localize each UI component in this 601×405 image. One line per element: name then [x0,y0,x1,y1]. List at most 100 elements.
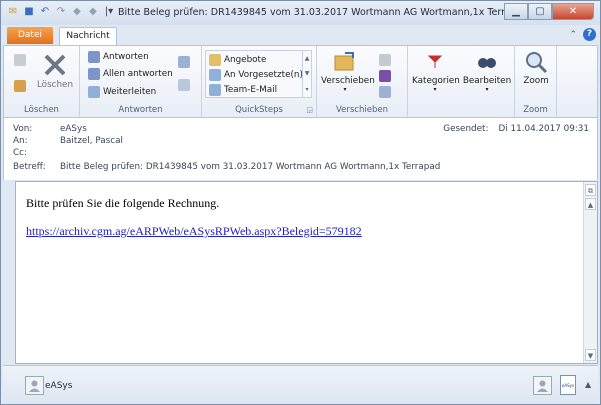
scroll-down-icon[interactable]: ▼ [305,70,310,77]
group-label-verschieben: Verschieben [336,105,388,115]
close-button[interactable]: ✕ [552,3,594,20]
contact-avatar[interactable] [533,376,552,395]
easys-badge[interactable]: eASys [560,375,576,395]
move-label: Verschieben [321,76,375,86]
categories-flag-icon [427,55,443,68]
quicksteps-scroll[interactable]: ▲ ▼ ▾ [302,51,311,97]
group-zoom: Zoom Zoom [515,46,557,117]
magnifier-icon [526,52,548,74]
categories-dropdown-icon: ▾ [433,86,437,93]
subject-label: Betreff: [13,162,46,172]
save-icon[interactable]: ■ [23,6,35,18]
tab-nachricht[interactable]: Nachricht [59,27,117,45]
quicksteps-gallery: Angebote An Vorgesetzte(n) Team-E-Mail ▲… [205,50,312,98]
ribbon-tabs: Datei Nachricht ⌃ ? [1,25,600,45]
quickstep-item-vorgesetzte[interactable]: An Vorgesetzte(n) [209,69,303,81]
from-label: Von: [13,124,33,134]
categories-label: Kategorien [412,76,460,86]
tab-datei[interactable]: Datei [7,27,53,44]
binoculars-icon [478,58,496,68]
edit-button[interactable]: Bearbeiten ▾ [462,50,512,93]
group-label-antworten: Antworten [118,105,163,115]
reply-label: Antworten [103,52,149,62]
subject-row: Betreff: Bitte Beleg prüfen: DR1439845 vo… [13,162,440,172]
window-title: Bitte Beleg prüfen: DR1439845 vom 31.03.… [118,7,529,18]
window-controls: ▁ ▢ ✕ [504,3,594,20]
sent-label: Gesendet: [443,124,489,134]
quickstep-item-team-mail[interactable]: Team-E-Mail [209,84,277,96]
scroll-up-button[interactable]: ▲ [585,198,596,210]
message-body[interactable]: Bitte prüfen Sie die folgende Rechnung. … [15,181,598,364]
maximize-button[interactable]: ▢ [528,3,552,20]
group-label-loeschen: Löschen [24,105,59,115]
envelope-icon: ✉ [8,6,18,17]
group-antworten: Antworten Allen antworten Weiterleiten A… [80,46,202,117]
help-icon[interactable]: ? [583,28,596,41]
onenote-icon[interactable] [379,70,391,82]
cleanup-icon[interactable] [14,80,26,92]
reply-all-icon [88,68,100,80]
move-button[interactable]: Verschieben ▾ [321,50,375,93]
delete-button-label: Löschen [36,80,74,90]
vertical-scrollbar[interactable]: ⧉ ▲ ▼ [583,182,597,363]
collapse-ribbon-icon[interactable]: ⌃ [569,30,577,40]
edit-label: Bearbeiten [462,76,512,86]
from-value[interactable]: eASys [60,124,87,134]
reply-all-button[interactable]: Allen antworten [88,68,173,80]
person-icon [537,380,548,392]
delete-x-icon [44,54,66,76]
rescale-icon[interactable]: ⧉ [585,184,596,196]
minimize-button[interactable]: ▁ [504,3,528,20]
forward-button[interactable]: Weiterleiten [88,86,156,98]
cc-label: Cc: [13,148,27,158]
body-link[interactable]: https://archiv.cgm.ag/eARPWeb/eASysRPWeb… [26,224,362,239]
up-arrow-icon[interactable]: ◆ [71,6,83,18]
delete-button[interactable]: Löschen [34,52,76,90]
move-folder-icon [334,52,354,71]
down-arrow-icon[interactable]: ◆ [87,6,99,18]
quickstep-item-angebote[interactable]: Angebote [209,54,266,66]
title-bar: ✉ ■ ↶ ↷ ◆ ◆ |▾ Bitte Beleg prüfen: DR143… [1,1,600,25]
quick-access-toolbar: ✉ ■ ↶ ↷ ◆ ◆ |▾ [7,6,115,18]
zoom-label: Zoom [523,76,549,86]
ignore-icon[interactable] [14,54,26,66]
folder-arrow-icon [209,54,221,66]
edit-dropdown-icon: ▾ [485,86,489,93]
customize-qat-icon[interactable]: |▾ [103,6,115,18]
scroll-down-button[interactable]: ▼ [585,349,596,361]
scroll-up-icon[interactable]: ▲ [305,55,310,62]
undo-icon[interactable]: ↶ [39,6,51,18]
message-header: Von: eASys An: Baitzel, Pascal Cc: Betreff… [3,118,598,180]
more-respond-icon[interactable] [178,79,190,91]
group-label-quicksteps: QuickSteps [235,105,283,115]
to-value[interactable]: Baitzel, Pascal [60,136,123,146]
person-icon [29,380,40,392]
sent-value: Di 11.04.2017 09:31 [498,124,589,134]
group-loeschen: Löschen Löschen [4,46,80,117]
actions-icon[interactable] [379,86,391,98]
rules-icon[interactable] [379,54,391,66]
people-pane: eASys eASys ▲ [3,365,598,404]
expand-pane-icon[interactable]: ▲ [585,380,591,389]
redo-icon[interactable]: ↷ [55,6,67,18]
from-row: Von: eASys [13,124,87,134]
categories-button[interactable]: Kategorien ▾ [412,50,460,93]
sender-name[interactable]: eASys [45,381,72,391]
quickstep-label: Angebote [224,55,267,65]
group-markierungen: Kategorien ▾ Bearbeiten ▾ [408,46,515,117]
outlook-message-window: ✉ ■ ↶ ↷ ◆ ◆ |▾ Bitte Beleg prüfen: DR143… [0,0,601,405]
move-dropdown-icon: ▾ [343,86,347,93]
sender-avatar[interactable] [25,376,44,395]
reply-icon [88,51,100,63]
reply-button[interactable]: Antworten [88,51,149,63]
meeting-icon[interactable] [178,56,190,68]
reply-all-label: Allen antworten [103,69,173,79]
forward-label: Weiterleiten [103,87,157,97]
quickstep-label: An Vorgesetzte(n) [224,70,303,80]
body-text: Bitte prüfen Sie die folgende Rechnung. [26,196,220,210]
sent-row: Gesendet: Di 11.04.2017 09:31 [443,124,589,134]
team-mail-icon [209,84,221,96]
zoom-button[interactable]: Zoom [517,50,555,86]
more-icon[interactable]: ▾ [305,86,308,93]
group-quicksteps: Angebote An Vorgesetzte(n) Team-E-Mail ▲… [202,46,317,117]
